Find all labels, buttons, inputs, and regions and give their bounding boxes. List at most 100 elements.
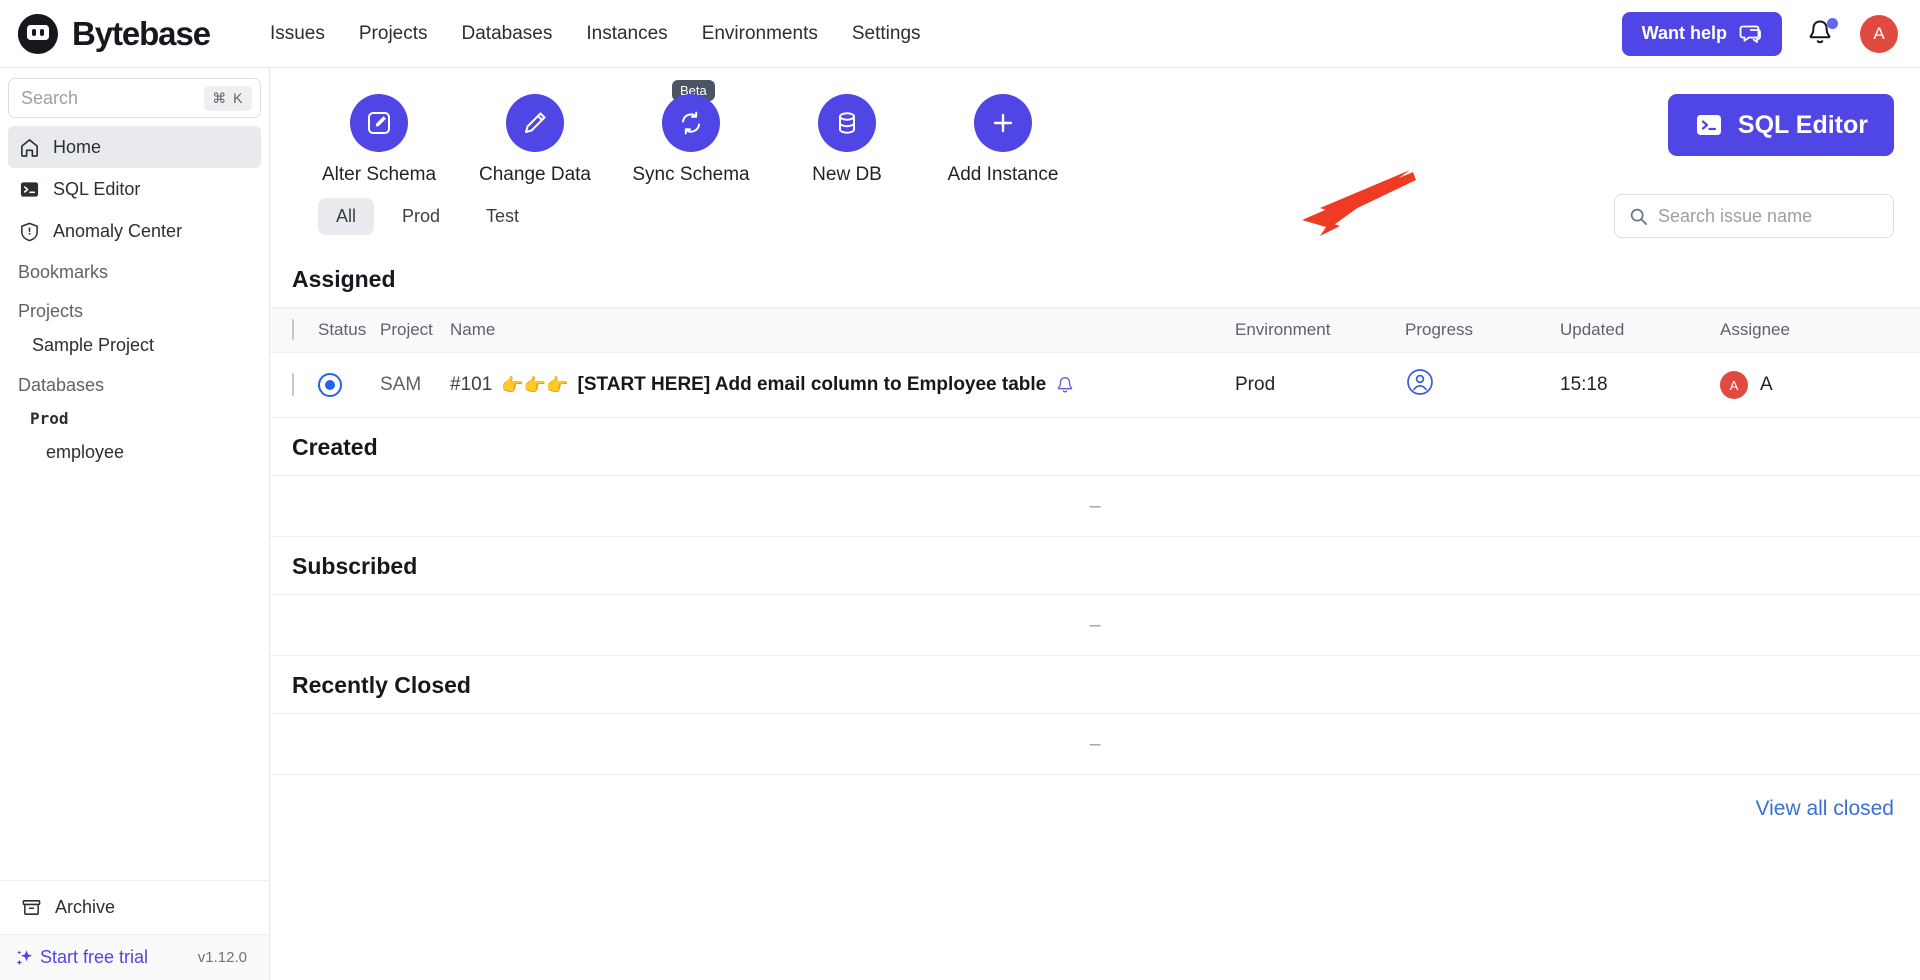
issue-search-placeholder: Search issue name (1658, 205, 1813, 226)
environment-tabs: All Prod Test (296, 197, 537, 235)
nav-item-settings[interactable]: Settings (852, 24, 921, 43)
square-pen-icon (350, 94, 408, 152)
quick-action-sync-schema-label: Sync Schema (632, 164, 750, 185)
sidebar-project-sample-project[interactable]: Sample Project (0, 328, 269, 363)
home-icon (18, 136, 40, 158)
sidebar-search[interactable]: Search ⌘ K (8, 78, 261, 118)
column-header-environment: Environment (1235, 307, 1405, 353)
tab-prod[interactable]: Prod (384, 198, 458, 235)
sidebar-item-home[interactable]: Home (8, 126, 261, 168)
app-shell: Search ⌘ K Home SQL Editor Anomaly Cente… (0, 68, 1920, 980)
column-header-status: Status (318, 307, 380, 353)
created-empty-state: – (270, 475, 1920, 537)
quick-action-new-db[interactable]: New DB (788, 94, 906, 186)
row-status-cell (318, 352, 380, 418)
subscribed-empty-state: – (270, 594, 1920, 656)
sidebar-item-sql-editor-label: SQL Editor (53, 178, 141, 199)
sidebar-item-archive-label: Archive (55, 897, 116, 917)
issues-content: Assigned Status Project Name Environment… (270, 252, 1920, 980)
nav-item-issues[interactable]: Issues (270, 24, 325, 43)
quick-actions-bar: Alter Schema Change Data Beta Sync Schem… (270, 68, 1920, 236)
archive-box-icon (20, 897, 42, 919)
sidebar-group-databases: Databases (18, 375, 105, 395)
row-project-cell: SAM (380, 352, 450, 418)
filter-bar: All Prod Test Search issue name (270, 186, 1920, 252)
sidebar-database-employee[interactable]: employee (0, 435, 269, 470)
issue-search-input[interactable]: Search issue name (1614, 194, 1894, 238)
sidebar-group-projects: Projects (18, 301, 84, 321)
assigned-issues-table: Status Project Name Environment Progress… (270, 307, 1920, 418)
section-title-created: Created (292, 434, 378, 460)
section-title-recently-closed: Recently Closed (292, 672, 471, 698)
row-select-cell (270, 352, 318, 418)
view-all-closed-wrap: View all closed (270, 775, 1920, 821)
app-version: v1.12.0 (197, 949, 247, 966)
plus-icon (974, 94, 1032, 152)
row-updated-cell: 15:18 (1560, 352, 1720, 418)
sidebar-group-bookmarks: Bookmarks (18, 262, 109, 282)
quick-action-sync-schema[interactable]: Beta Sync Schema (632, 80, 750, 186)
person-circle-icon (1407, 369, 1433, 395)
start-free-trial-button[interactable]: Start free trial v1.12.0 (0, 934, 269, 980)
quick-actions-list: Alter Schema Change Data Beta Sync Schem… (296, 80, 1062, 186)
quick-action-change-data[interactable]: Change Data (476, 94, 594, 186)
sql-editor-button[interactable]: SQL Editor (1667, 94, 1894, 156)
shield-alert-icon (18, 220, 40, 242)
section-title-assigned: Assigned (292, 266, 396, 292)
quick-action-new-db-label: New DB (812, 164, 882, 185)
notifications-button[interactable] (1806, 17, 1838, 50)
brand[interactable]: Bytebase (16, 12, 211, 56)
table-header-row: Status Project Name Environment Progress… (270, 307, 1920, 353)
quick-action-alter-schema-label: Alter Schema (321, 164, 437, 185)
sidebar-environment-prod[interactable]: Prod (0, 402, 269, 435)
row-checkbox[interactable] (292, 373, 294, 396)
tab-all[interactable]: All (318, 197, 375, 235)
table-row[interactable]: SAM #101 👉👉👉 [START HERE] Add email colu… (270, 352, 1920, 418)
sidebar-nav: Home SQL Editor Anomaly Center (0, 124, 269, 252)
quick-action-change-data-label: Change Data (479, 164, 591, 185)
bell-icon (1058, 377, 1073, 393)
column-header-name: Name (450, 307, 1235, 353)
quick-action-add-instance[interactable]: Add Instance (944, 94, 1062, 186)
sidebar-item-sql-editor[interactable]: SQL Editor (8, 168, 261, 210)
column-header-progress: Progress (1405, 307, 1560, 353)
nav-item-databases[interactable]: Databases (462, 24, 553, 43)
quick-action-alter-schema[interactable]: Alter Schema (320, 94, 438, 186)
row-issue-name[interactable]: [START HERE] Add email column to Employe… (578, 374, 1047, 396)
row-name-cell: #101 👉👉👉 [START HERE] Add email column t… (450, 352, 1235, 418)
nav-item-instances[interactable]: Instances (586, 24, 667, 43)
tab-test[interactable]: Test (468, 198, 537, 235)
view-all-closed-link[interactable]: View all closed (1755, 797, 1894, 821)
want-help-label: Want help (1641, 23, 1727, 43)
brand-name: Bytebase (72, 14, 211, 52)
main-navigation: Issues Projects Databases Instances Envi… (270, 24, 921, 43)
notification-dot (1827, 17, 1838, 29)
sidebar-search-placeholder: Search (21, 87, 79, 108)
chat-bubble-icon (1739, 25, 1761, 43)
quick-action-add-instance-label: Add Instance (947, 164, 1059, 185)
bytebase-logo-icon (18, 13, 58, 54)
terminal-icon (1696, 115, 1721, 135)
nav-item-projects[interactable]: Projects (359, 24, 428, 43)
search-shortcut-badge: ⌘ K (204, 85, 252, 111)
row-assignee-name: A (1760, 374, 1773, 395)
user-avatar[interactable]: A (1860, 14, 1898, 53)
top-bar-right: Want help A (1621, 11, 1898, 56)
row-progress-cell (1405, 352, 1560, 418)
select-all-checkbox[interactable] (292, 319, 294, 340)
sidebar-item-archive[interactable]: Archive (0, 880, 269, 934)
row-project-label: SAM (380, 374, 422, 395)
column-header-assignee: Assignee (1720, 307, 1920, 353)
start-free-trial-label: Start free trial (40, 947, 149, 967)
sidebar-item-anomaly-center-label: Anomaly Center (53, 220, 183, 241)
column-header-updated: Updated (1560, 307, 1720, 353)
section-title-subscribed: Subscribed (292, 553, 418, 579)
sidebar-item-anomaly-center[interactable]: Anomaly Center (8, 210, 261, 252)
main-content: Alter Schema Change Data Beta Sync Schem… (270, 68, 1920, 980)
sidebar: Search ⌘ K Home SQL Editor Anomaly Cente… (0, 68, 270, 980)
avatar: A (1720, 371, 1748, 399)
sidebar-item-home-label: Home (53, 136, 102, 157)
nav-item-environments[interactable]: Environments (702, 24, 818, 43)
want-help-button[interactable]: Want help (1621, 11, 1782, 56)
